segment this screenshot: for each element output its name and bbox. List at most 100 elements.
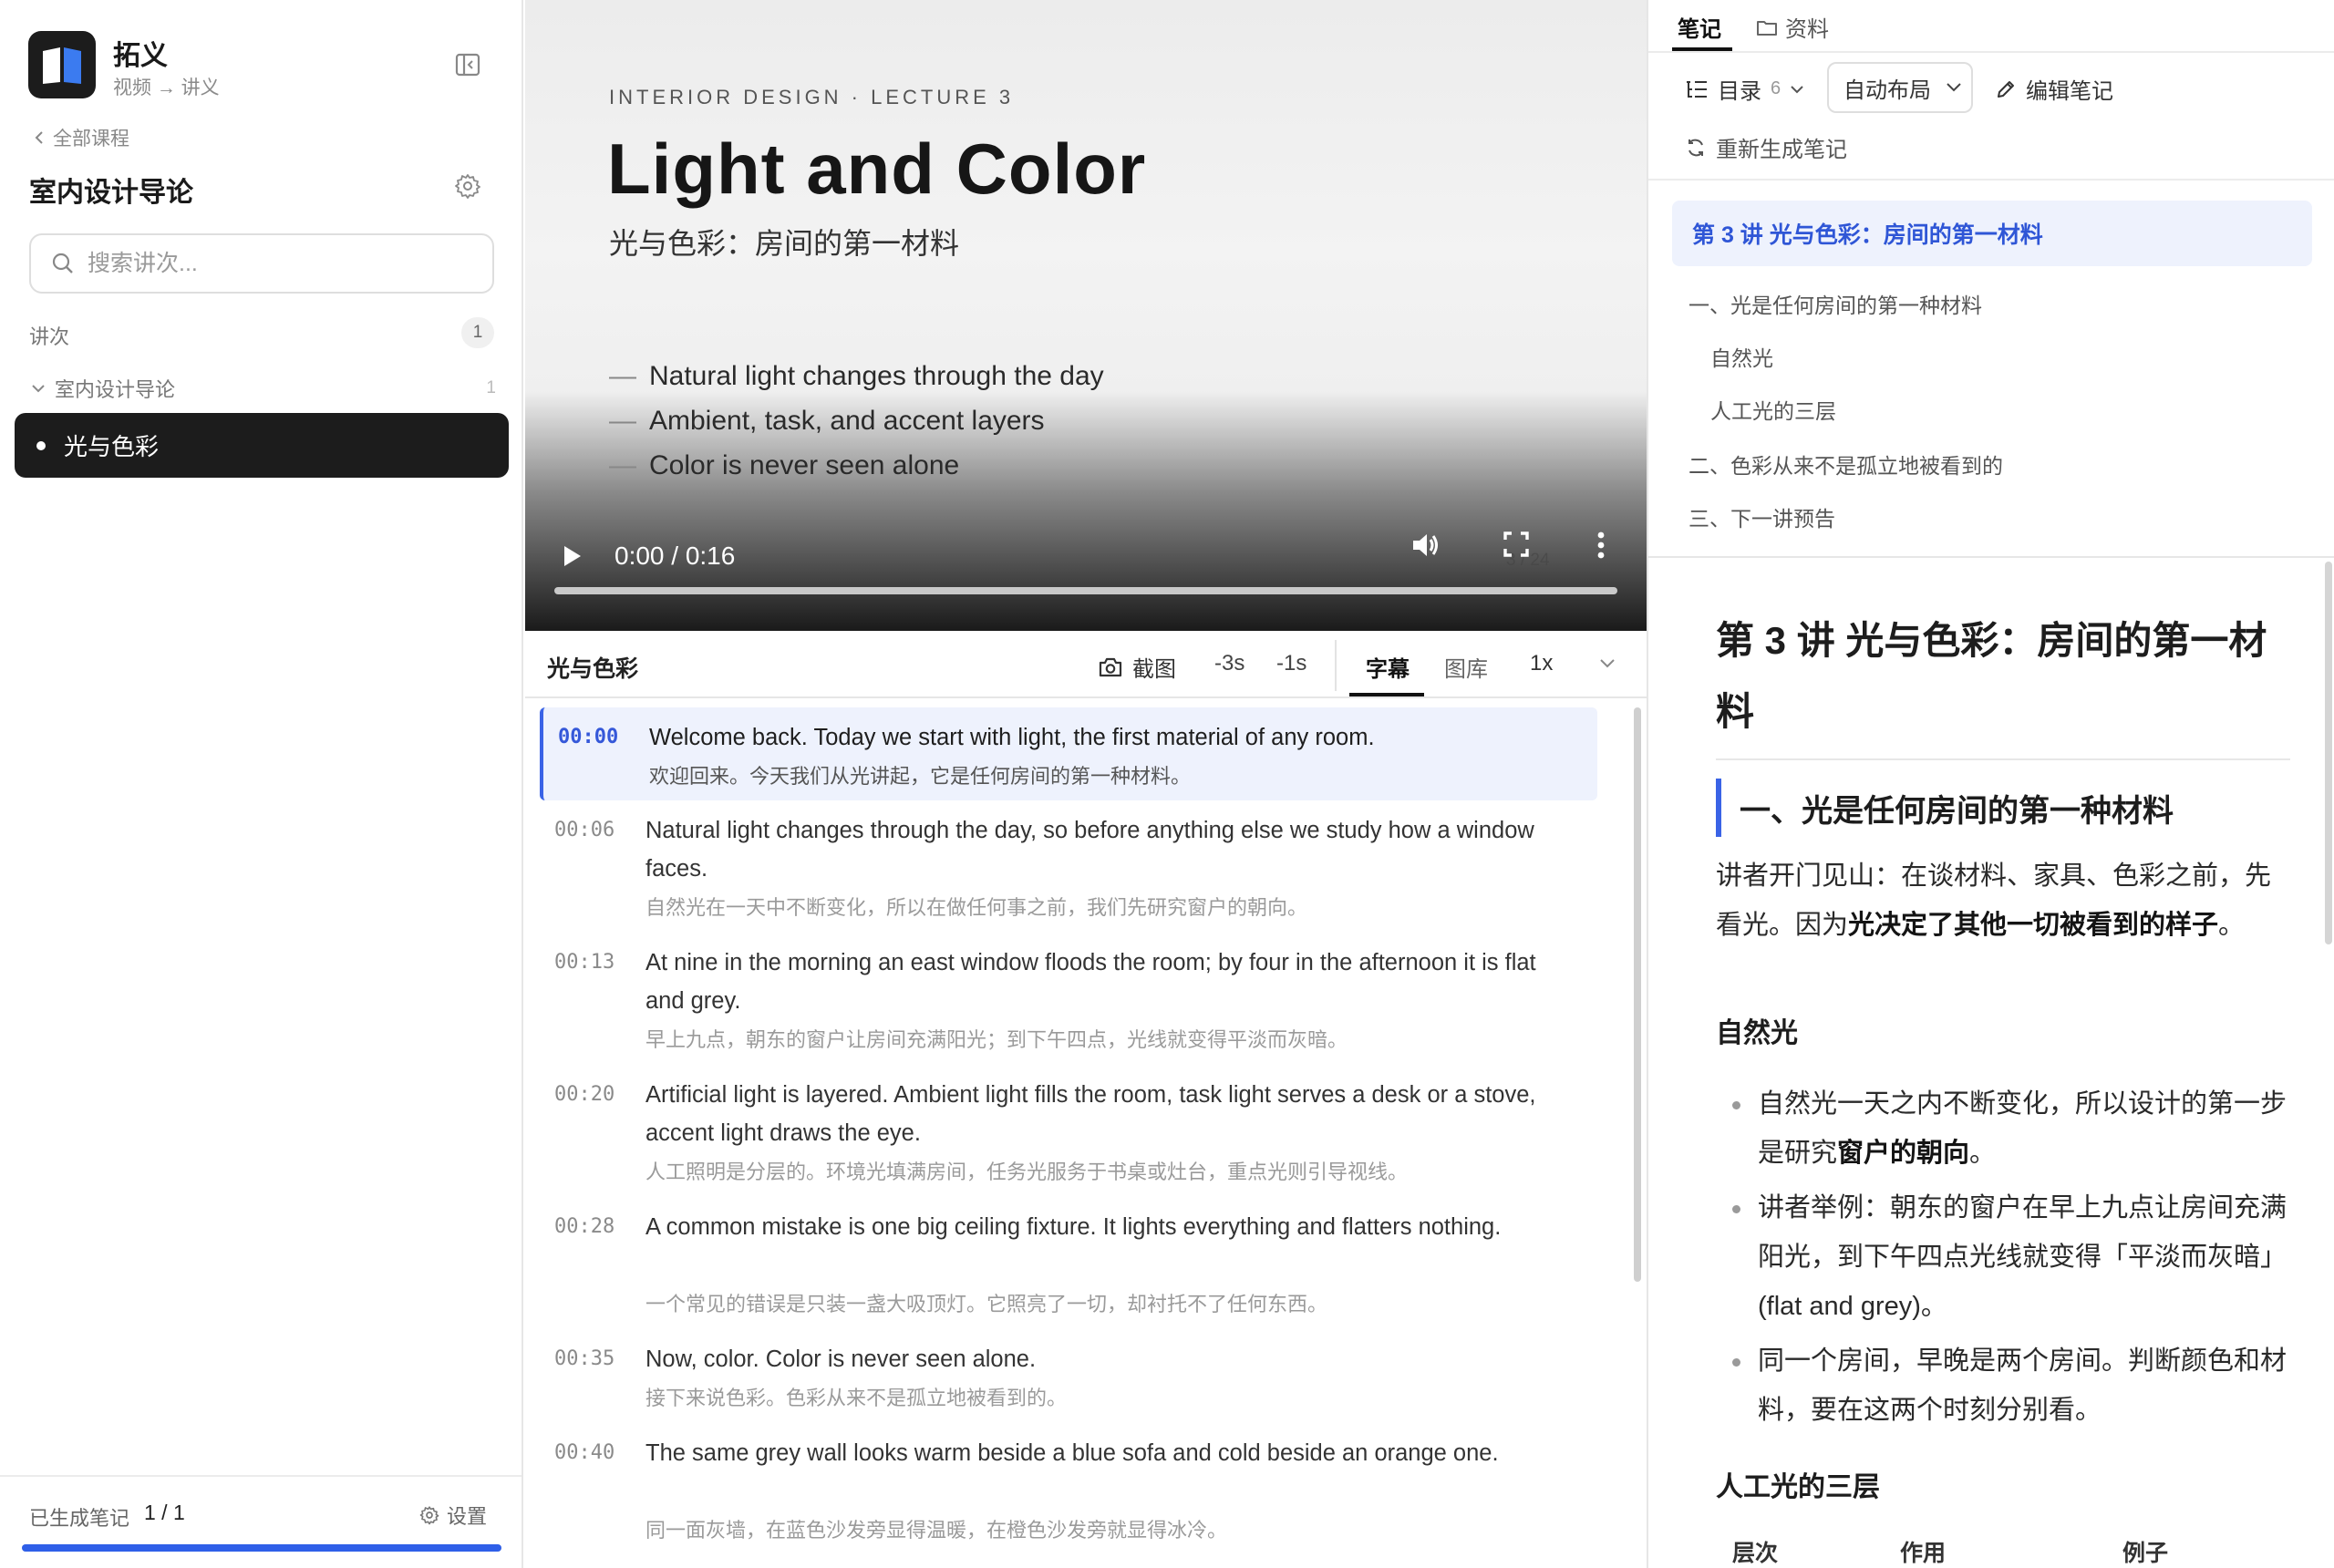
notes-document[interactable]: 第 3 讲 光与色彩：房间的第一材料 一、光是任何房间的第一种材料 讲者开门见山… xyxy=(1648,560,2334,1568)
sidebar-toggle-icon xyxy=(455,53,480,77)
segment-chinese: 接下来说色彩。色彩从来不是孤立地被看到的。 xyxy=(645,1387,1068,1409)
emphasis-text: 光决定了其他一切被看到的样子 xyxy=(1848,911,2219,940)
generated-notes-count: 1 / 1 xyxy=(144,1501,185,1524)
list-item: 自然光一天之内不断变化，所以设计的第一步是研究窗户的朝向。 xyxy=(1716,1079,2299,1178)
toc-item[interactable]: 人工光的三层 xyxy=(1710,394,1836,425)
toc-item-active[interactable]: 第 3 讲 光与色彩：房间的第一材料 xyxy=(1672,201,2312,266)
edit-notes-button[interactable]: 编辑笔记 xyxy=(1995,73,2113,105)
segment-english: At nine in the morning an east window fl… xyxy=(645,950,1536,1014)
transcript-segment[interactable]: 00:20 Artificial light is layered. Ambie… xyxy=(540,1065,1597,1196)
segment-english: Now, color. Color is never seen alone. xyxy=(645,1346,1037,1372)
gear-icon xyxy=(419,1506,439,1525)
intro-paragraph: 讲者开门见山：在谈材料、家具、色彩之前，先看光。因为光决定了其他一切被看到的样子… xyxy=(1716,861,2272,940)
segment-chinese: 同一面灰墙，在蓝色沙发旁显得温暖，在橙色沙发旁就显得冰冷。 xyxy=(645,1519,1228,1542)
transcript-scrollbar[interactable] xyxy=(1634,707,1641,1282)
toolbar-expand-button[interactable] xyxy=(1599,658,1616,669)
back-to-courses-link[interactable]: 全部课程 xyxy=(33,124,129,151)
fullscreen-button[interactable] xyxy=(1501,529,1532,560)
layout-select[interactable]: 自动布局 xyxy=(1827,62,1973,113)
toc-item[interactable]: 二、色彩从来不是孤立地被看到的 xyxy=(1689,449,2003,480)
course-group-toggle[interactable]: 室内设计导论 1 xyxy=(31,374,496,403)
back-link-label: 全部课程 xyxy=(53,129,129,150)
sidebar: 拓义 视频 → 讲义 全部课程 室内设计导论 讲次 1 室内设计导论 1 光与色… xyxy=(0,0,523,1568)
gear-icon xyxy=(455,174,480,199)
playback-speed-button[interactable]: 1x xyxy=(1530,651,1553,676)
subsection-heading-natural: 自然光 xyxy=(1716,1018,1798,1048)
tab-resources[interactable]: 资料 xyxy=(1756,11,1829,43)
volume-icon xyxy=(1413,534,1438,556)
generated-notes-label: 已生成笔记 xyxy=(29,1507,130,1530)
transcript-segment[interactable]: 00:28 A common mistake is one big ceilin… xyxy=(540,1197,1597,1328)
slide-bullet: — Ambient, task, and accent layers xyxy=(609,406,1045,436)
course-group-label: 室内设计导论 xyxy=(55,378,176,401)
volume-button[interactable] xyxy=(1408,527,1444,563)
slide-bullets: — Natural light changes through the day —… xyxy=(609,354,1104,488)
toc-count: 6 xyxy=(1771,78,1781,98)
natural-light-list: 自然光一天之内不断变化，所以设计的第一步是研究窗户的朝向。 讲者举例：朝东的窗户… xyxy=(1716,1079,2299,1440)
settings-button[interactable]: 设置 xyxy=(419,1501,487,1530)
tab-subtitles[interactable]: 字幕 xyxy=(1366,651,1410,683)
toc-item[interactable]: 一、光是任何房间的第一种材料 xyxy=(1689,288,1982,319)
segment-chinese: 人工照明是分层的。环境光填满房间，任务光服务于书桌或灶台，重点光则引导视线。 xyxy=(645,1161,1409,1183)
slide-subtitle: 光与色彩：房间的第一材料 xyxy=(609,227,960,260)
regenerate-notes-button[interactable]: 重新生成笔记 xyxy=(1685,131,1847,163)
active-tab-underline xyxy=(1349,693,1424,696)
collapse-sidebar-button[interactable] xyxy=(454,51,481,78)
course-settings-button[interactable] xyxy=(454,172,481,200)
lecture-item-active[interactable]: 光与色彩 xyxy=(15,413,509,478)
layout-select-value: 自动布局 xyxy=(1843,77,1931,103)
segment-chinese: 一个常见的错误是只装一盏大吸顶灯。它照亮了一切，却衬托不了任何东西。 xyxy=(645,1293,1328,1315)
toc-item[interactable]: 三、下一讲预告 xyxy=(1689,501,1835,532)
transcript-segment[interactable]: 00:13 At nine in the morning an east win… xyxy=(540,933,1597,1064)
video-seek-bar[interactable] xyxy=(554,587,1617,594)
search-input[interactable] xyxy=(88,250,452,277)
play-button[interactable] xyxy=(556,541,587,572)
edit-notes-label: 编辑笔记 xyxy=(2026,79,2113,104)
pencil-icon xyxy=(1998,80,2014,98)
camera-icon xyxy=(1099,657,1122,676)
fullscreen-icon xyxy=(1503,531,1529,557)
transcript-segment[interactable]: 00:35 Now, color. Color is never seen al… xyxy=(540,1329,1597,1422)
rewind-1s-button[interactable]: -1s xyxy=(1276,651,1306,676)
rewind-3s-button[interactable]: -3s xyxy=(1214,651,1244,676)
table-header: 层次 xyxy=(1732,1541,1779,1566)
screenshot-button[interactable]: 截图 xyxy=(1098,651,1176,683)
subsection-heading-artificial: 人工光的三层 xyxy=(1716,1472,1880,1502)
title-divider xyxy=(1716,758,2290,760)
list-item: 讲者举例：朝东的窗户在早上九点让房间充满阳光，到下午四点光线就变得「平淡而灰暗」… xyxy=(1716,1183,2299,1331)
chevron-down-icon xyxy=(32,385,45,393)
lecture-search-box[interactable] xyxy=(29,233,494,294)
video-time: 0:00 / 0:16 xyxy=(614,542,736,570)
segment-english: Welcome back. Today we start with light,… xyxy=(649,725,1375,750)
folder-icon xyxy=(1757,20,1777,36)
generation-progress-bar xyxy=(22,1544,501,1552)
segment-timestamp: 00:40 xyxy=(554,1441,615,1464)
segment-chinese: 自然光在一天中不断变化，所以在做任何事之前，我们先研究窗户的朝向。 xyxy=(645,896,1308,919)
chevron-left-icon xyxy=(35,131,43,144)
book-icon xyxy=(43,47,81,84)
toolbar-divider xyxy=(1335,640,1337,691)
table-of-contents: 第 3 讲 光与色彩：房间的第一材料 一、光是任何房间的第一种材料 自然光 人工… xyxy=(1648,179,2334,558)
segment-timestamp: 00:00 xyxy=(558,726,619,748)
segment-timestamp: 00:35 xyxy=(554,1347,615,1370)
slide-bullet: — Natural light changes through the day xyxy=(609,361,1104,391)
video-player[interactable]: INTERIOR DESIGN · LECTURE 3 Light and Co… xyxy=(525,0,1647,631)
more-options-button[interactable] xyxy=(1592,527,1610,563)
transcript-segment-active[interactable]: 00:00 Welcome back. Today we start with … xyxy=(540,707,1597,800)
tab-gallery[interactable]: 图库 xyxy=(1444,651,1488,683)
screenshot-label: 截图 xyxy=(1132,657,1176,682)
lecture-item-label: 光与色彩 xyxy=(64,433,160,460)
segment-timestamp: 00:06 xyxy=(554,819,615,841)
transcript-segment[interactable]: 00:06 Natural light changes through the … xyxy=(540,800,1597,932)
lectures-section-label: 讲次 xyxy=(29,325,70,348)
segment-chinese: 早上九点，朝东的窗户让房间充满阳光；到下午四点，光线就变得平淡而灰暗。 xyxy=(645,1028,1348,1051)
transcript-segment[interactable]: 00:40 The same grey wall looks warm besi… xyxy=(540,1423,1597,1554)
toc-item[interactable]: 自然光 xyxy=(1710,341,1773,372)
tab-notes[interactable]: 笔记 xyxy=(1678,11,1721,43)
transcript-list[interactable]: 00:00 Welcome back. Today we start with … xyxy=(525,698,1647,1568)
section-heading: 一、光是任何房间的第一种材料 xyxy=(1716,779,2290,837)
course-group-count: 1 xyxy=(486,378,496,397)
notes-scrollbar[interactable] xyxy=(2325,562,2332,944)
outline-list-icon xyxy=(1687,80,1707,98)
toc-toggle-button[interactable]: 目录 6 xyxy=(1685,73,1804,105)
